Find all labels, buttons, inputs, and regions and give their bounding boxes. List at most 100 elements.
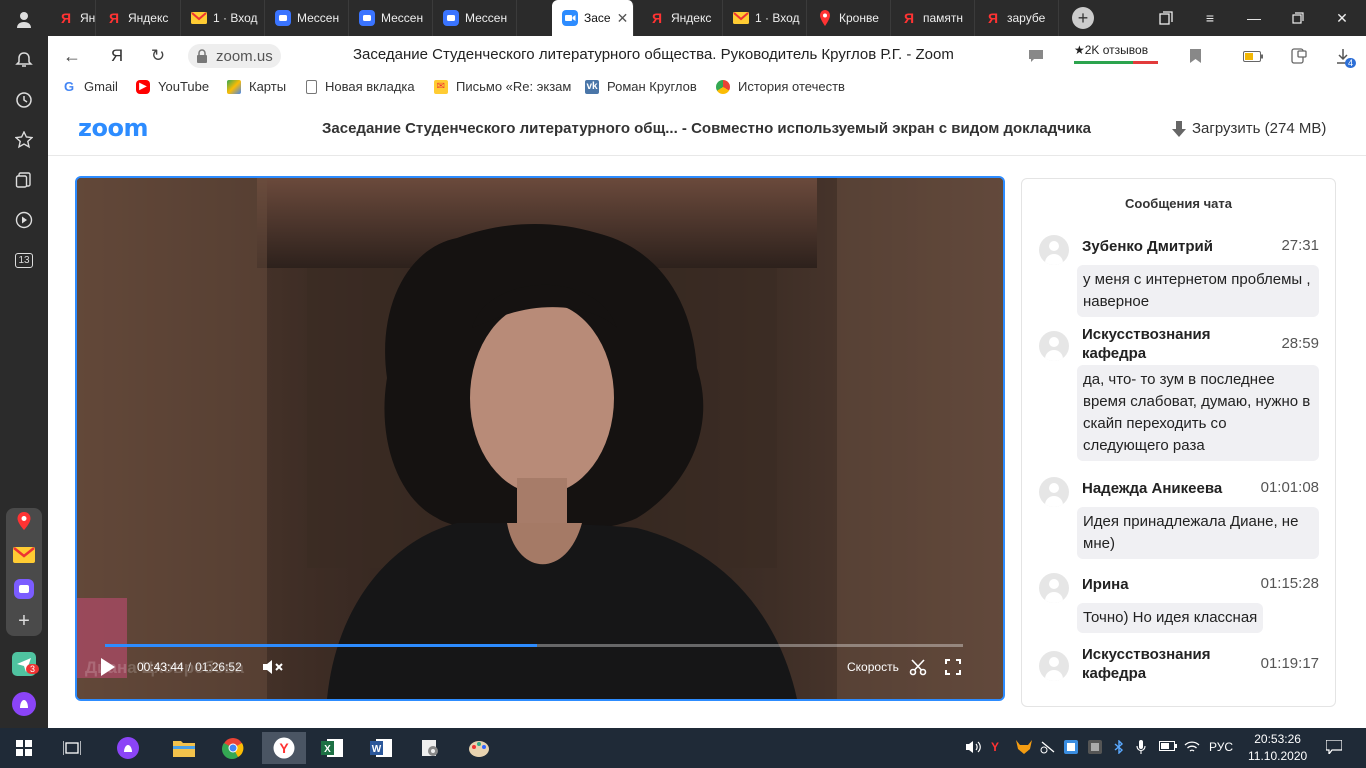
- new-tab-button[interactable]: +: [1072, 7, 1094, 29]
- bookmark-history[interactable]: История отечеств: [716, 79, 845, 94]
- excel-icon[interactable]: X: [312, 732, 352, 764]
- extensions-icon[interactable]: [1288, 45, 1310, 67]
- tab-manager-icon[interactable]: [1144, 0, 1188, 36]
- close-tab-icon[interactable]: ✕: [617, 10, 629, 27]
- profile-icon[interactable]: [0, 2, 48, 38]
- system-clock[interactable]: 20:53:26 11.10.2020: [1248, 731, 1307, 765]
- sender-name: Зубенко Дмитрий: [1082, 238, 1214, 255]
- chrome-icon[interactable]: [213, 732, 253, 764]
- tab-3[interactable]: Мессен: [265, 0, 349, 36]
- battery-icon[interactable]: [1242, 45, 1264, 67]
- yandex-icon: Я: [108, 10, 120, 26]
- message-time[interactable]: 28:59: [1281, 335, 1319, 352]
- app-tray-icon[interactable]: [1064, 740, 1078, 757]
- svg-text:Y: Y: [279, 740, 289, 756]
- message-time[interactable]: 01:19:17: [1261, 655, 1319, 672]
- battery-tray-icon[interactable]: [1159, 740, 1177, 754]
- player-controls: 00:43:44 / 01:26:52 Скорость: [91, 634, 991, 690]
- menu-icon[interactable]: ≡: [1188, 0, 1232, 36]
- language-indicator[interactable]: РУС: [1209, 740, 1233, 754]
- network-tray-icon[interactable]: [1040, 740, 1056, 757]
- recording-title-text: Заседание Студенческого литературного об…: [322, 120, 678, 137]
- tab-8[interactable]: 1 · Вход: [723, 0, 807, 36]
- bookmark-youtube[interactable]: ▶ YouTube: [136, 79, 209, 94]
- alice-taskbar-icon[interactable]: [108, 732, 148, 764]
- send-app-icon[interactable]: 3: [0, 646, 48, 682]
- sidebar-apps-panel: +: [6, 508, 42, 636]
- collections-icon[interactable]: [0, 162, 48, 198]
- microphone-icon[interactable]: [1136, 740, 1146, 757]
- favorites-icon[interactable]: [0, 122, 48, 158]
- tab-7[interactable]: Я Яндекс: [639, 0, 723, 36]
- message-time[interactable]: 01:15:28: [1261, 575, 1319, 592]
- back-icon[interactable]: ←: [58, 42, 86, 70]
- settings-app-icon[interactable]: [410, 732, 450, 764]
- yandex-icon: Я: [651, 10, 663, 26]
- close-window-icon[interactable]: ✕: [1320, 0, 1364, 36]
- bookmark-vk[interactable]: vk Роман Круглов: [585, 79, 697, 94]
- tab-11[interactable]: Язарубе: [975, 0, 1059, 36]
- tab-0[interactable]: Я Яндекс: [48, 0, 96, 36]
- tab-10[interactable]: Япамятн: [891, 0, 975, 36]
- file-explorer-icon[interactable]: [164, 732, 204, 764]
- tab-6[interactable]: Засе ✕: [552, 0, 634, 36]
- bookmark-maps[interactable]: Карты: [227, 79, 286, 94]
- main-content: Диана Цховребова 00:43:44 / 01:26:52 Ско…: [48, 157, 1366, 728]
- message-time[interactable]: 27:31: [1281, 237, 1319, 254]
- messenger-icon: [443, 10, 459, 26]
- play-button[interactable]: [101, 656, 123, 678]
- url-field[interactable]: zoom.us: [188, 44, 281, 68]
- yandex-tray-icon[interactable]: Y: [991, 740, 999, 754]
- volume-icon[interactable]: [966, 740, 982, 757]
- browser-sidebar: 13 + 3: [0, 0, 48, 728]
- reviews-widget[interactable]: ★2K отзывов: [1074, 43, 1158, 64]
- speed-button[interactable]: Скорость: [847, 656, 899, 678]
- start-windows-icon[interactable]: [4, 732, 44, 764]
- tray-app-icon[interactable]: [1088, 740, 1102, 757]
- maps-icon: [227, 79, 241, 94]
- yandex-browser-icon[interactable]: Y: [262, 732, 306, 764]
- mail-icon[interactable]: [0, 537, 48, 573]
- add-app-icon[interactable]: +: [0, 603, 48, 639]
- video-play-icon[interactable]: [0, 202, 48, 238]
- restore-icon[interactable]: [1276, 0, 1320, 36]
- alice-icon[interactable]: [0, 686, 48, 722]
- speaker-video-frame: [77, 178, 1003, 699]
- downloads-icon[interactable]: 4: [1332, 45, 1357, 68]
- messenger-icon[interactable]: [0, 571, 48, 607]
- trim-button[interactable]: [909, 656, 931, 678]
- mute-button[interactable]: [263, 656, 287, 678]
- bookmark-new-tab[interactable]: Новая вкладка: [306, 79, 415, 94]
- paint-icon[interactable]: [459, 732, 499, 764]
- yandex-home-icon[interactable]: Я: [103, 42, 131, 70]
- notifications-center-icon[interactable]: [1325, 739, 1343, 757]
- bookmark-icon[interactable]: [1184, 45, 1206, 67]
- fullscreen-button[interactable]: [945, 656, 967, 678]
- zoom-logo[interactable]: zoom: [78, 114, 148, 142]
- tab-4[interactable]: Мессен: [349, 0, 433, 36]
- counter-badge[interactable]: 13: [0, 242, 48, 278]
- bookmark-letter[interactable]: ✉ Письмо «Re: экзам: [434, 79, 571, 94]
- download-button[interactable]: Загрузить (274 MB): [1172, 120, 1326, 137]
- tab-9[interactable]: Кронве: [807, 0, 891, 36]
- bookmark-gmail[interactable]: G Gmail: [62, 79, 118, 94]
- reviews-label: ★2K отзывов: [1074, 43, 1149, 57]
- bluetooth-icon[interactable]: [1114, 739, 1124, 757]
- notifications-icon[interactable]: [0, 42, 48, 78]
- message-time[interactable]: 01:01:08: [1261, 479, 1319, 496]
- history-icon[interactable]: [0, 82, 48, 118]
- bookmark-label: Gmail: [84, 79, 118, 94]
- seek-bar[interactable]: [105, 644, 963, 647]
- fox-tray-icon[interactable]: [1016, 740, 1032, 757]
- video-player[interactable]: Диана Цховребова 00:43:44 / 01:26:52 Ско…: [75, 176, 1005, 701]
- reload-icon[interactable]: ↻: [144, 42, 172, 70]
- minimize-icon[interactable]: —: [1232, 0, 1276, 36]
- task-view-icon[interactable]: [52, 732, 92, 764]
- wifi-icon[interactable]: [1184, 740, 1200, 757]
- tab-1[interactable]: Я Яндекс: [96, 0, 181, 36]
- word-icon[interactable]: W: [361, 732, 401, 764]
- tab-2[interactable]: 1 · Вход: [181, 0, 265, 36]
- comment-icon[interactable]: [1025, 45, 1047, 67]
- maps-pin-icon[interactable]: [0, 503, 48, 539]
- tab-5[interactable]: Мессен: [433, 0, 517, 36]
